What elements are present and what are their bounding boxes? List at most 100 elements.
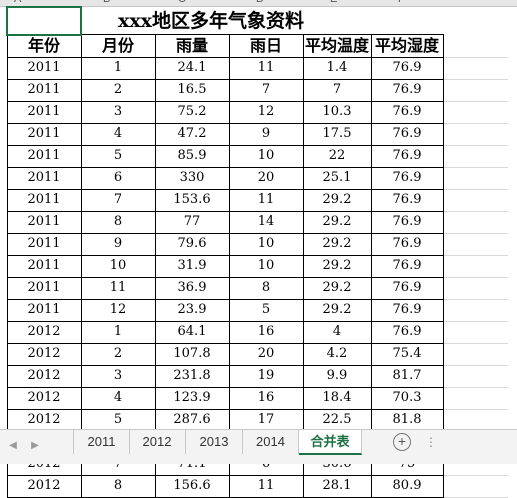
cell-rain-days[interactable]: 16 [228, 386, 304, 410]
empty-cell[interactable] [442, 189, 509, 212]
tab-2013[interactable]: 2013 [186, 430, 243, 454]
cell-avg-humidity[interactable]: 76.9 [370, 254, 444, 278]
selected-cell-a1[interactable] [6, 6, 82, 36]
cell-avg-temp[interactable]: 4.2 [302, 342, 372, 366]
empty-cell[interactable] [442, 343, 509, 366]
cell-year[interactable]: 2011 [6, 78, 82, 102]
cell-rain-days[interactable]: 10 [228, 232, 304, 256]
column-header-f[interactable]: F [398, 0, 405, 5]
tab-2011[interactable]: 2011 [73, 430, 130, 454]
column-header-b[interactable]: B [103, 0, 110, 5]
cell-avg-humidity[interactable]: 75.4 [370, 342, 444, 366]
cell-rainfall[interactable]: 77 [154, 210, 230, 234]
cell-rain-days[interactable]: 16 [228, 320, 304, 344]
cell-year[interactable]: 2011 [6, 166, 82, 190]
cell-rainfall[interactable]: 287.6 [154, 408, 230, 432]
cell-rainfall[interactable]: 79.6 [154, 232, 230, 256]
cell-avg-humidity[interactable]: 76.9 [370, 78, 444, 102]
empty-cell[interactable] [443, 7, 508, 35]
empty-cell[interactable] [442, 255, 509, 278]
cell-avg-temp[interactable]: 1.4 [302, 56, 372, 80]
tab-2012[interactable]: 2012 [129, 430, 186, 454]
cell-year[interactable]: 2012 [6, 386, 82, 410]
cell-year[interactable]: 2011 [6, 232, 82, 256]
cell-avg-humidity[interactable]: 81.8 [370, 408, 444, 432]
cell-rain-days[interactable]: 5 [228, 298, 304, 322]
cell-year[interactable]: 2012 [6, 364, 82, 388]
empty-cell[interactable] [442, 299, 509, 322]
cell-month[interactable]: 3 [80, 100, 156, 124]
empty-cell[interactable] [442, 167, 509, 190]
tab-merged[interactable]: 合并表 [299, 430, 362, 455]
column-header-a[interactable]: A [14, 0, 21, 5]
cell-avg-temp[interactable]: 7 [302, 78, 372, 102]
cell-rain-days[interactable]: 10 [228, 144, 304, 168]
cell-month[interactable]: 4 [80, 122, 156, 146]
cell-rainfall[interactable]: 24.1 [154, 56, 230, 80]
triangle-right-icon[interactable]: ▶ [28, 438, 42, 454]
cell-month[interactable]: 8 [80, 474, 156, 498]
cell-avg-humidity[interactable]: 76.9 [370, 298, 444, 322]
empty-cell[interactable] [442, 79, 509, 102]
cell-avg-humidity[interactable]: 76.9 [370, 276, 444, 300]
cell-avg-temp[interactable]: 4 [302, 320, 372, 344]
cell-avg-temp[interactable]: 29.2 [302, 188, 372, 212]
column-header-d[interactable]: D [256, 0, 264, 5]
sheet-title[interactable]: xxx地区多年气象资料 [81, 7, 443, 35]
empty-cell[interactable] [442, 409, 509, 432]
cell-rain-days[interactable]: 20 [228, 342, 304, 366]
empty-cell[interactable] [442, 57, 509, 80]
cell-month[interactable]: 10 [80, 254, 156, 278]
cell-year[interactable]: 2011 [6, 298, 82, 322]
cell-avg-humidity[interactable]: 76.9 [370, 122, 444, 146]
empty-cell[interactable] [442, 321, 509, 344]
cell-rainfall[interactable]: 330 [154, 166, 230, 190]
cell-rainfall[interactable]: 85.9 [154, 144, 230, 168]
column-header-e[interactable]: E [330, 0, 337, 5]
cell-month[interactable]: 12 [80, 298, 156, 322]
cell-month[interactable]: 8 [80, 210, 156, 234]
header-avg-humidity[interactable]: 平均湿度 [370, 34, 444, 58]
empty-cell[interactable] [442, 211, 509, 234]
header-rain-days[interactable]: 雨日 [228, 34, 304, 58]
cell-rainfall[interactable]: 31.9 [154, 254, 230, 278]
cell-avg-temp[interactable]: 29.2 [302, 254, 372, 278]
tab-2014[interactable]: 2014 [243, 430, 299, 454]
cell-rainfall[interactable]: 156.6 [154, 474, 230, 498]
cell-avg-temp[interactable]: 29.2 [302, 232, 372, 256]
cell-avg-temp[interactable]: 29.2 [302, 210, 372, 234]
cell-year[interactable]: 2011 [6, 188, 82, 212]
cell-avg-temp[interactable]: 9.9 [302, 364, 372, 388]
cell-avg-temp[interactable]: 18.4 [302, 386, 372, 410]
cell-year[interactable]: 2012 [6, 320, 82, 344]
cell-avg-temp[interactable]: 29.2 [302, 298, 372, 322]
cell-year[interactable]: 2011 [6, 144, 82, 168]
cell-avg-humidity[interactable]: 70.3 [370, 386, 444, 410]
cell-month[interactable]: 5 [80, 408, 156, 432]
cell-rain-days[interactable]: 10 [228, 254, 304, 278]
empty-cell[interactable] [442, 365, 509, 388]
cell-year[interactable]: 2011 [6, 254, 82, 278]
add-sheet-button[interactable]: + [393, 433, 411, 451]
cell-avg-humidity[interactable]: 81.7 [370, 364, 444, 388]
cell-rainfall[interactable]: 153.6 [154, 188, 230, 212]
cell-rainfall[interactable]: 75.2 [154, 100, 230, 124]
cell-year[interactable]: 2011 [6, 100, 82, 124]
cell-avg-humidity[interactable]: 80.9 [370, 474, 444, 498]
cell-avg-temp[interactable]: 22.5 [302, 408, 372, 432]
cell-rain-days[interactable]: 19 [228, 364, 304, 388]
cell-rain-days[interactable]: 11 [228, 56, 304, 80]
cell-avg-humidity[interactable]: 76.9 [370, 56, 444, 80]
cell-year[interactable]: 2012 [6, 474, 82, 498]
cell-year[interactable]: 2011 [6, 210, 82, 234]
cell-month[interactable]: 1 [80, 320, 156, 344]
cell-rain-days[interactable]: 9 [228, 122, 304, 146]
triangle-left-icon[interactable]: ◀ [6, 438, 20, 454]
cell-rain-days[interactable]: 7 [228, 78, 304, 102]
empty-cell[interactable] [442, 387, 509, 410]
cell-avg-temp[interactable]: 22 [302, 144, 372, 168]
cell-rain-days[interactable]: 8 [228, 276, 304, 300]
header-year[interactable]: 年份 [6, 34, 82, 58]
header-month[interactable]: 月份 [80, 34, 156, 58]
header-avg-temp[interactable]: 平均温度 [302, 34, 372, 58]
